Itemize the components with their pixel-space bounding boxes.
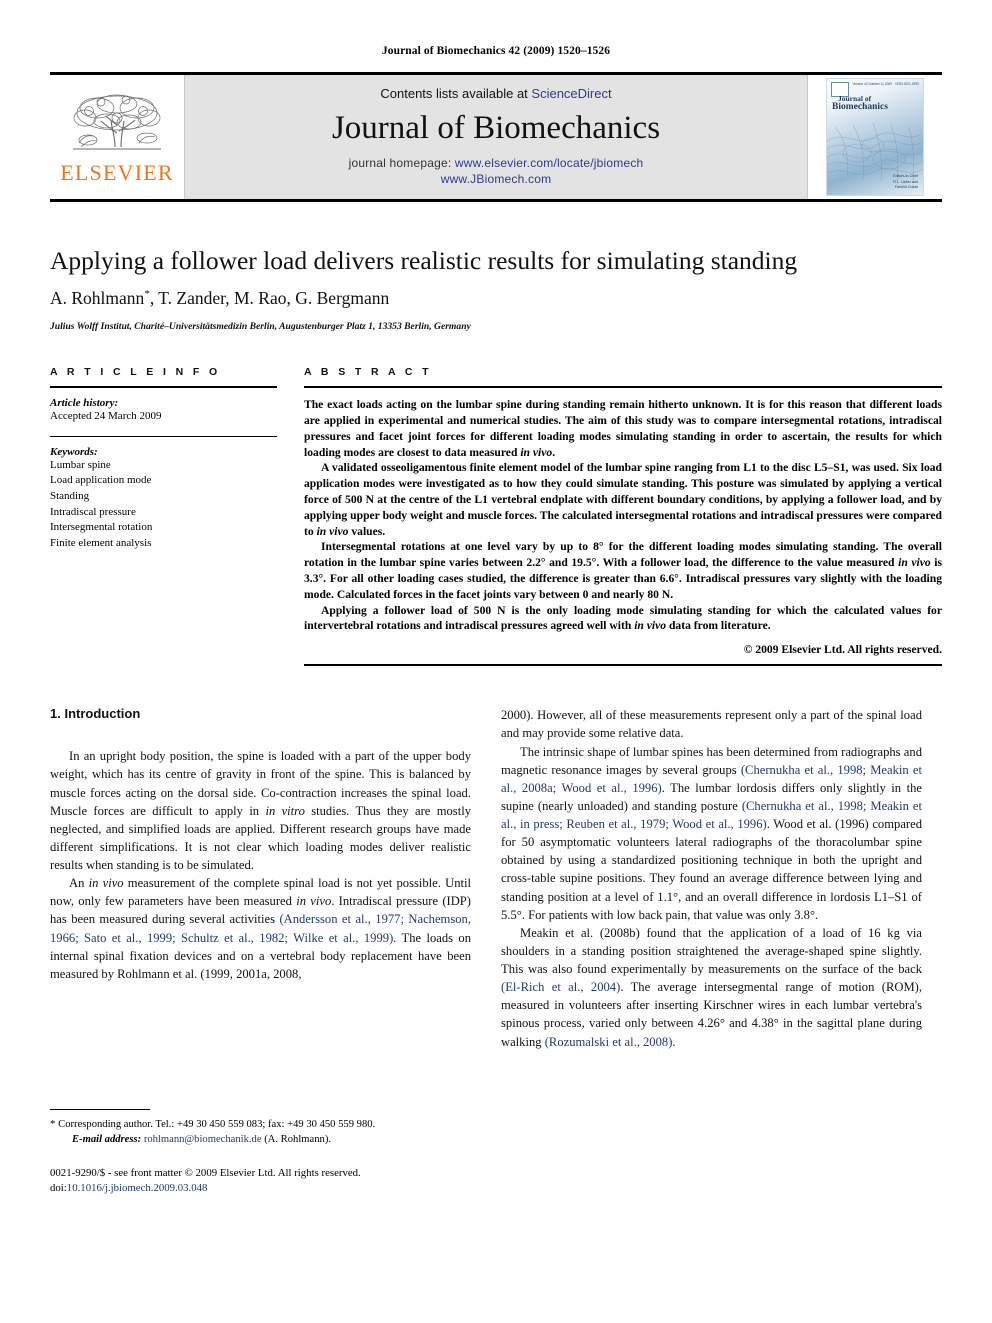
paper-page: Journal of Biomechanics 42 (2009) 1520–1…	[0, 0, 992, 1323]
contents-prefix: Contents lists available at	[380, 86, 532, 102]
abstract-paragraph: Applying a follower load of 500 N is the…	[304, 603, 942, 633]
abstract-paragraph: A validated osseoligamentous finite elem…	[304, 461, 942, 538]
masthead-center: Contents lists available at ScienceDirec…	[185, 75, 807, 199]
cover-footer-line1: Editors-in-Chief	[893, 174, 918, 179]
keywords-list: Lumbar spine Load application mode Stand…	[50, 458, 277, 552]
jbiomech-link[interactable]: www.JBiomech.com	[349, 171, 644, 187]
abstract-paragraph: Intersegmental rotations at one level va…	[304, 540, 942, 601]
issn-line: 0021-9290/$ - see front matter © 2009 El…	[50, 1167, 361, 1180]
body-column-right: 2000). However, all of these measurement…	[501, 706, 922, 1196]
abstract-heading: A B S T R A C T	[304, 366, 432, 379]
author-list: A. Rohlmann*, T. Zander, M. Rao, G. Berg…	[50, 288, 942, 309]
keyword-item: Lumbar spine	[50, 458, 111, 471]
keyword-item: Finite element analysis	[50, 536, 152, 549]
inline-citation[interactable]: (Rozumalski et al., 2008)	[545, 1035, 673, 1049]
keyword-item: Load application mode	[50, 474, 152, 487]
body-paragraph: In an upright body position, the spine i…	[50, 749, 471, 873]
journal-masthead: ELSEVIER Contents lists available at Sci…	[50, 72, 942, 202]
inline-citation[interactable]: (Chernukha et al., 1998; Meakin et al., …	[501, 799, 922, 831]
footnote-zone: * Corresponding author. Tel.: +49 30 450…	[50, 1109, 471, 1196]
keyword-item: Intersegmental rotation	[50, 521, 153, 534]
corresponding-author-text: Corresponding author. Tel.: +49 30 450 5…	[58, 1119, 376, 1131]
author-rest: , T. Zander, M. Rao, G. Bergmann	[149, 288, 390, 309]
latin-phrase: in vivo	[296, 894, 332, 909]
article-info-heading: A R T I C L E I N F O	[50, 366, 221, 379]
contents-available-line: Contents lists available at ScienceDirec…	[380, 86, 611, 101]
author-first: A. Rohlmann	[50, 288, 145, 309]
abstract-column: A B S T R A C T The exact loads acting o…	[304, 366, 942, 667]
doi-link[interactable]: 10.1016/j.jbiomech.2009.03.048	[67, 1182, 208, 1194]
cover-image: Volume 42 Number 11 2009 ISSN 0021-9290 …	[826, 78, 924, 196]
body-paragraph: The intrinsic shape of lumbar spines has…	[501, 744, 922, 922]
elsevier-logo: ELSEVIER	[50, 75, 185, 199]
article-history-value: Accepted 24 March 2009	[50, 410, 162, 423]
running-head: Journal of Biomechanics 42 (2009) 1520–1…	[381, 45, 611, 57]
email-label: E-mail address:	[72, 1134, 142, 1146]
keyword-item: Standing	[50, 489, 90, 502]
body-columns: 1. Introduction In an upright body posit…	[50, 706, 942, 1196]
keywords-label: Keywords:	[50, 445, 98, 458]
abstract-rule-bottom	[304, 664, 942, 667]
abstract-rule-top	[304, 386, 942, 389]
issn-copyright-block: 0021-9290/$ - see front matter © 2009 El…	[50, 1166, 471, 1196]
section-title-introduction: 1. Introduction	[50, 706, 141, 722]
email-suffix: (A. Rohlmann).	[264, 1134, 331, 1146]
elsevier-wordmark: ELSEVIER	[60, 159, 174, 185]
asterisk-icon: *	[50, 1118, 56, 1131]
latin-phrase: in vivo	[316, 524, 349, 538]
latin-phrase: in vivo	[520, 445, 553, 459]
article-history-label: Article history:	[50, 397, 119, 410]
latin-phrase: in vivo	[634, 619, 667, 633]
body-paragraph: 2000). However, all of these measurement…	[501, 708, 922, 741]
journal-title: Journal of Biomechanics	[331, 110, 661, 147]
latin-phrase: in vivo	[88, 876, 124, 891]
page-title: Applying a follower load delivers realis…	[50, 246, 798, 275]
inline-citation[interactable]: (El-Rich et al., 2004)	[501, 980, 620, 994]
cover-footer: Editors-in-Chief R.L. Lieber and Farshid…	[893, 174, 918, 190]
elsevier-tree-icon	[73, 94, 161, 150]
abstract-copyright: © 2009 Elsevier Ltd. All rights reserved…	[743, 643, 942, 657]
journal-cover-thumbnail: Volume 42 Number 11 2009 ISSN 0021-9290 …	[807, 75, 942, 199]
article-info-rule-mid	[50, 435, 277, 437]
body-paragraph: Meakin et al. (2008b) found that the app…	[501, 925, 922, 1049]
doi-line: doi:10.1016/j.jbiomech.2009.03.048	[50, 1181, 471, 1196]
abstract-paragraph: The exact loads acting on the lumbar spi…	[304, 398, 942, 459]
corresponding-author-note: * Corresponding author. Tel.: +49 30 450…	[50, 1117, 471, 1133]
body-column-left: 1. Introduction In an upright body posit…	[50, 706, 471, 1196]
article-info-rule-top	[50, 386, 277, 389]
journal-homepage-line: journal homepage: www.elsevier.com/locat…	[349, 155, 644, 187]
sciencedirect-link[interactable]: ScienceDirect	[531, 86, 611, 101]
journal-homepage-link[interactable]: www.elsevier.com/locate/jbiomech	[455, 156, 643, 170]
footnote-rule	[50, 1109, 150, 1111]
latin-phrase: in vivo	[898, 556, 931, 570]
abstract-body: The exact loads acting on the lumbar spi…	[304, 397, 942, 656]
title-block: Applying a follower load delivers realis…	[50, 202, 942, 332]
latin-phrase: in vitro	[265, 803, 305, 818]
email-note: E-mail address: rohlmann@biomechanik.de …	[50, 1133, 471, 1148]
inline-citation[interactable]: (Andersson et al., 1977; Nachemson, 1966…	[50, 912, 471, 944]
doi-label: doi:	[50, 1182, 67, 1195]
affiliation: Julius Wolff Institut, Charité–Universit…	[50, 321, 471, 333]
inline-citation[interactable]: (Chernukha et al., 1998; Meakin et al., …	[501, 763, 922, 795]
info-abstract-section: A R T I C L E I N F O Article history: A…	[50, 366, 942, 667]
body-paragraph: An in vivo measurement of the complete s…	[50, 876, 472, 981]
homepage-prefix: journal homepage:	[348, 156, 455, 171]
cover-footer-line3: Farshid Guilak	[894, 184, 918, 189]
email-link[interactable]: rohlmann@biomechanik.de	[144, 1134, 262, 1145]
article-info-column: A R T I C L E I N F O Article history: A…	[50, 366, 277, 666]
keyword-item: Intradiscal pressure	[50, 505, 136, 518]
